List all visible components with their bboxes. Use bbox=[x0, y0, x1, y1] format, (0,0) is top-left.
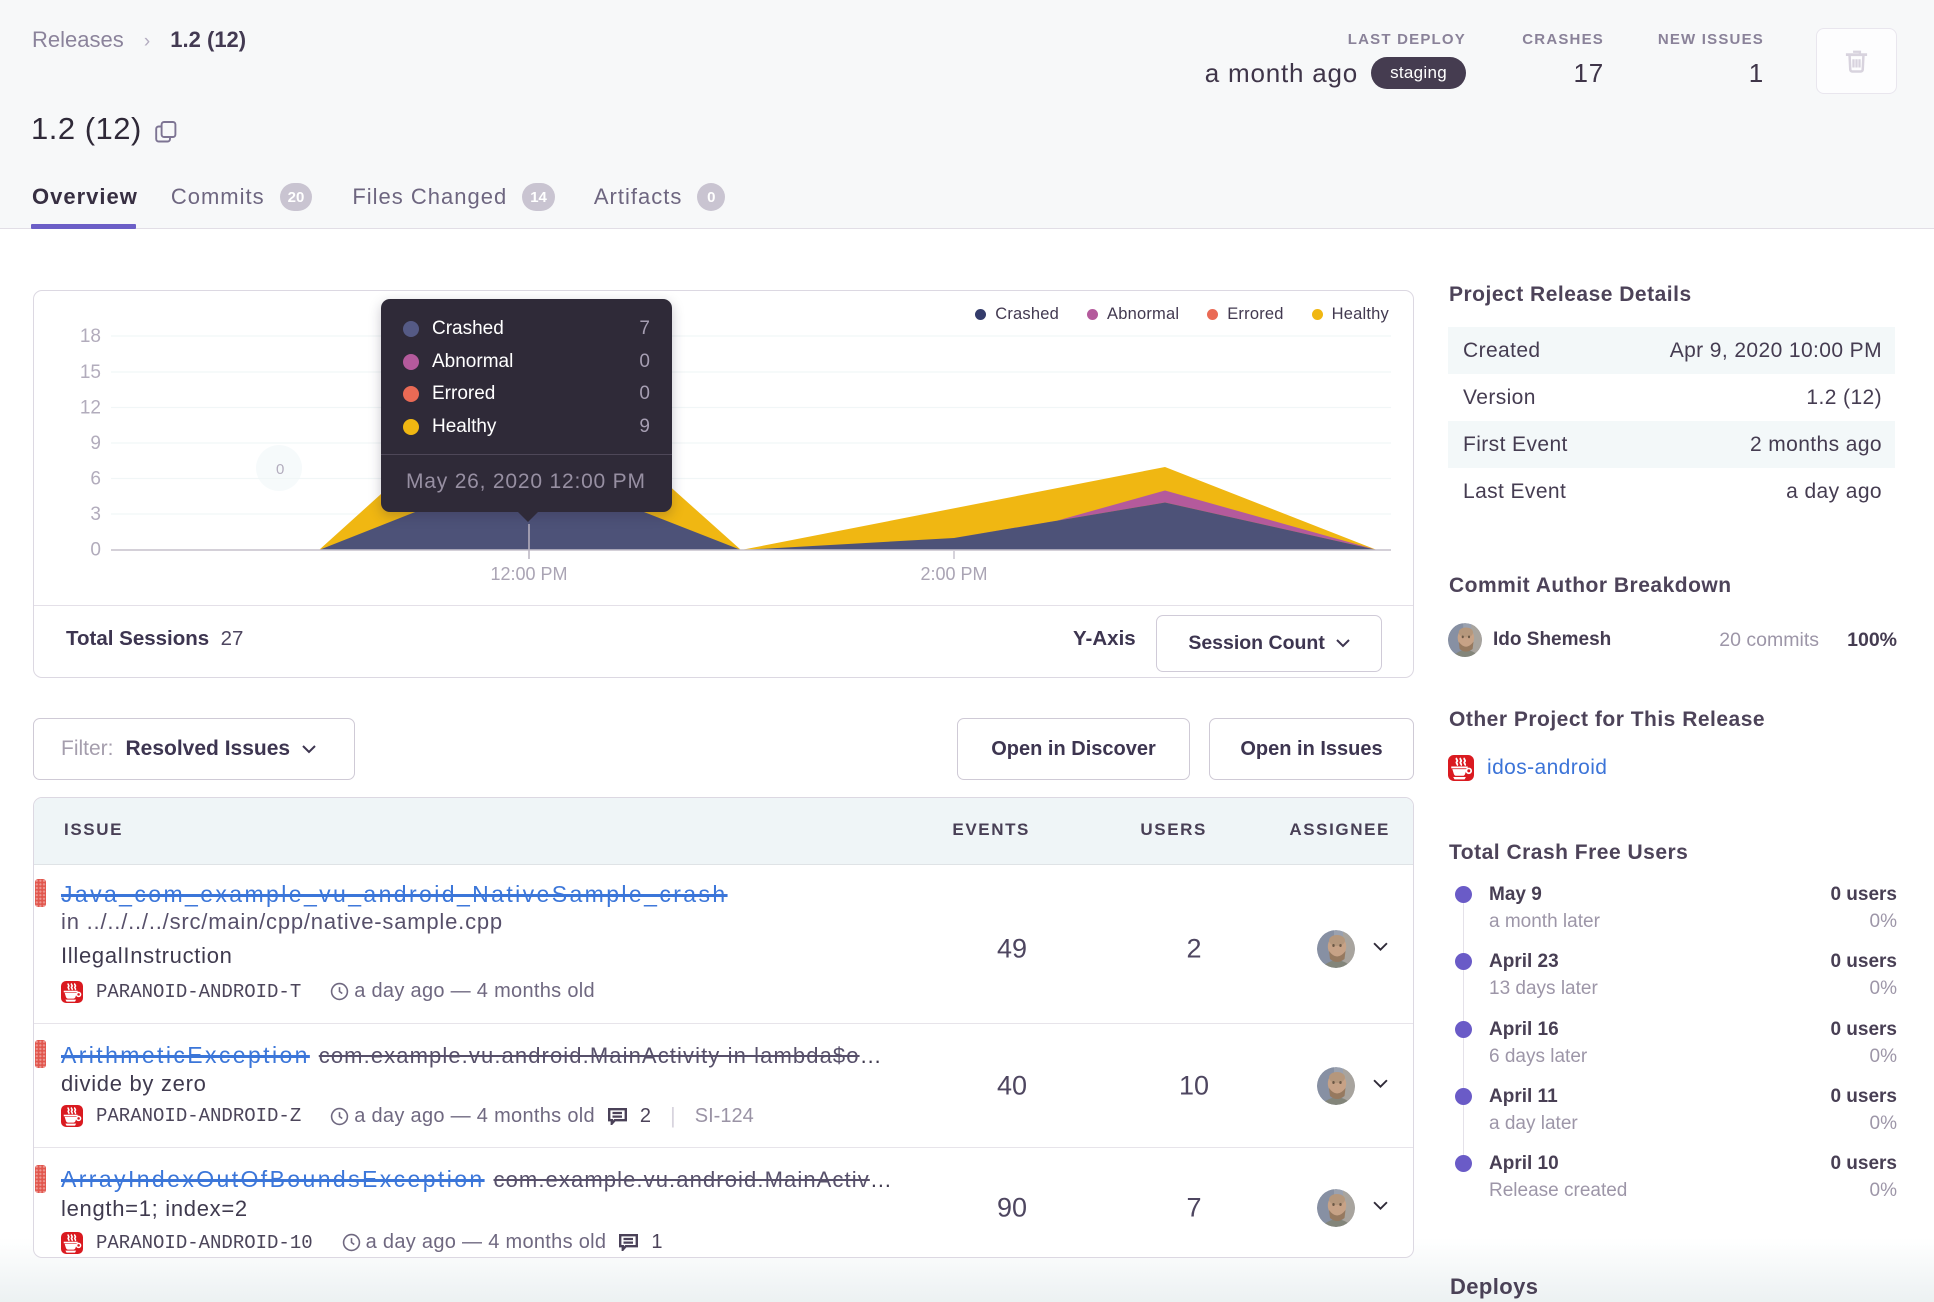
svg-text:0: 0 bbox=[90, 540, 101, 561]
svg-text:6: 6 bbox=[90, 469, 101, 490]
svg-text:18: 18 bbox=[80, 326, 101, 347]
svg-text:9: 9 bbox=[90, 433, 101, 454]
svg-text:12: 12 bbox=[80, 398, 101, 419]
svg-text:15: 15 bbox=[80, 362, 101, 383]
svg-text:3: 3 bbox=[90, 504, 101, 525]
svg-text:0: 0 bbox=[276, 461, 284, 478]
svg-text:2:00 PM: 2:00 PM bbox=[920, 564, 987, 584]
svg-text:12:00 PM: 12:00 PM bbox=[490, 564, 567, 584]
